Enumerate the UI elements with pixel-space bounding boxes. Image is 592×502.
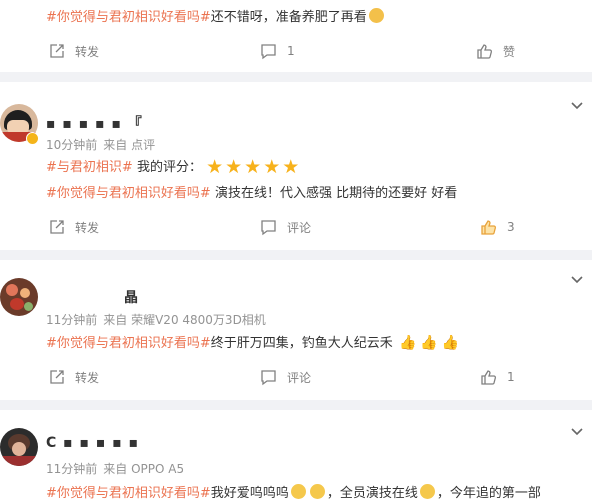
crying-emoji-icon	[290, 484, 306, 499]
post-card-1: ▪ ▪ ▪ ▪ ▪ 『 10分钟前 来自 点评 #与君初相识# 我的评分： ★★★…	[0, 82, 592, 250]
post-text: #你觉得与君初相识好看吗#还不错呀，准备养肥了再看	[46, 6, 386, 25]
comment-icon	[261, 43, 276, 59]
comment-label: 评论	[287, 370, 312, 385]
comment-button[interactable]: 1	[260, 39, 295, 63]
comment-button[interactable]: 评论	[260, 215, 311, 239]
like-button[interactable]: 赞	[476, 39, 515, 63]
avatar[interactable]	[0, 278, 38, 316]
post-meta: 10分钟前 来自 点评	[46, 136, 161, 153]
repost-label: 转发	[75, 220, 100, 235]
share-icon	[50, 43, 64, 58]
cat-emoji-icon	[368, 8, 384, 23]
user-name[interactable]: 晶	[124, 287, 139, 307]
crying-emoji-icon	[309, 484, 325, 499]
chevron-down-icon[interactable]	[570, 98, 584, 112]
topic-tag[interactable]: #与君初相识#	[46, 160, 133, 175]
separator	[0, 72, 592, 82]
topic-tag[interactable]: #你觉得与君初相识好看吗#	[46, 186, 211, 201]
comment-label: 评论	[287, 220, 312, 235]
like-count: 3	[507, 220, 515, 234]
separator	[0, 250, 592, 260]
post-source: 来自 荣耀V20 4800万3D相机	[103, 313, 266, 327]
post-body: 我好爱呜呜呜	[210, 486, 289, 501]
post-body: 终于肝万四集，钓鱼大人纪云禾	[210, 336, 393, 351]
post-meta: 11分钟前 来自 OPPO A5	[46, 460, 190, 477]
user-name[interactable]: ▪ ▪ ▪ ▪ ▪ 『	[46, 113, 143, 133]
chevron-down-icon[interactable]	[570, 424, 584, 438]
topic-tag[interactable]: #你觉得与君初相识好看吗#	[46, 336, 211, 351]
post-card-0: #你觉得与君初相识好看吗#还不错呀，准备养肥了再看 转发 1 赞	[0, 0, 592, 72]
thumbs-up-icon	[477, 43, 492, 59]
post-source: 来自 OPPO A5	[103, 462, 185, 476]
comment-button[interactable]: 评论	[260, 365, 311, 389]
post-body: 还不错呀，准备养肥了再看	[210, 10, 367, 25]
post-body-3: ，今年追的第一部	[436, 486, 541, 501]
post-body: 演技在线！代入感强 比期待的还要好 好看	[214, 186, 458, 201]
post-source: 来自 点评	[103, 138, 156, 152]
rating-label: 我的评分：	[136, 160, 202, 175]
separator	[0, 400, 592, 410]
thumbs-up-emoji-icon: 👍	[398, 335, 417, 351]
rating-stars: ★★★★★	[206, 156, 302, 178]
post-body-2: ，全员演技在线	[326, 486, 418, 501]
comment-icon	[261, 219, 276, 235]
action-bar: 转发 1 赞	[0, 39, 592, 63]
post-card-3: C ▪ ▪ ▪ ▪ ▪ 11分钟前 来自 OPPO A5 #你觉得与君初相识好看吗…	[0, 410, 592, 502]
repost-button[interactable]: 转发	[48, 365, 99, 389]
chevron-down-icon[interactable]	[570, 272, 584, 286]
verified-badge-icon	[26, 132, 39, 145]
repost-label: 转发	[75, 44, 100, 59]
repost-label: 转发	[75, 370, 100, 385]
thumbs-up-icon	[481, 219, 496, 235]
share-icon	[50, 219, 64, 234]
post-text: #你觉得与君初相识好看吗#我好爱呜呜呜 ，全员演技在线 ，今年追的第一部	[46, 482, 541, 501]
post-text: #你觉得与君初相识好看吗# 演技在线！代入感强 比期待的还要好 好看	[46, 182, 457, 201]
user-name[interactable]: C ▪ ▪ ▪ ▪ ▪	[46, 435, 139, 451]
like-button[interactable]: 1	[480, 365, 515, 389]
like-button[interactable]: 3	[480, 215, 515, 239]
comment-icon	[261, 369, 276, 385]
action-bar: 转发 评论 3	[0, 215, 592, 239]
like-label: 赞	[503, 44, 516, 59]
topic-tag[interactable]: #你觉得与君初相识好看吗#	[46, 486, 211, 501]
post-time[interactable]: 11分钟前	[46, 313, 97, 327]
avatar[interactable]	[0, 428, 38, 466]
share-icon	[50, 369, 64, 384]
post-card-2: 晶 11分钟前 来自 荣耀V20 4800万3D相机 #你觉得与君初相识好看吗#终…	[0, 260, 592, 400]
post-time[interactable]: 10分钟前	[46, 138, 97, 152]
heart-eyes-emoji-icon	[419, 484, 435, 499]
post-meta: 11分钟前 来自 荣耀V20 4800万3D相机	[46, 311, 272, 328]
rating-line: #与君初相识# 我的评分： ★★★★★	[46, 156, 301, 178]
repost-button[interactable]: 转发	[48, 39, 99, 63]
like-count: 1	[507, 370, 515, 384]
thumbs-up-emoji-icon: 👍	[420, 335, 438, 351]
action-bar: 转发 评论 1	[0, 365, 592, 389]
thumbs-up-emoji-icon: 👍	[441, 335, 460, 351]
post-time[interactable]: 11分钟前	[46, 462, 97, 476]
post-text: #你觉得与君初相识好看吗#终于肝万四集，钓鱼大人纪云禾 👍 👍 👍	[46, 332, 461, 351]
topic-tag[interactable]: #你觉得与君初相识好看吗#	[46, 10, 211, 25]
repost-button[interactable]: 转发	[48, 215, 99, 239]
comment-count: 1	[287, 44, 295, 58]
thumbs-up-icon	[481, 369, 496, 385]
